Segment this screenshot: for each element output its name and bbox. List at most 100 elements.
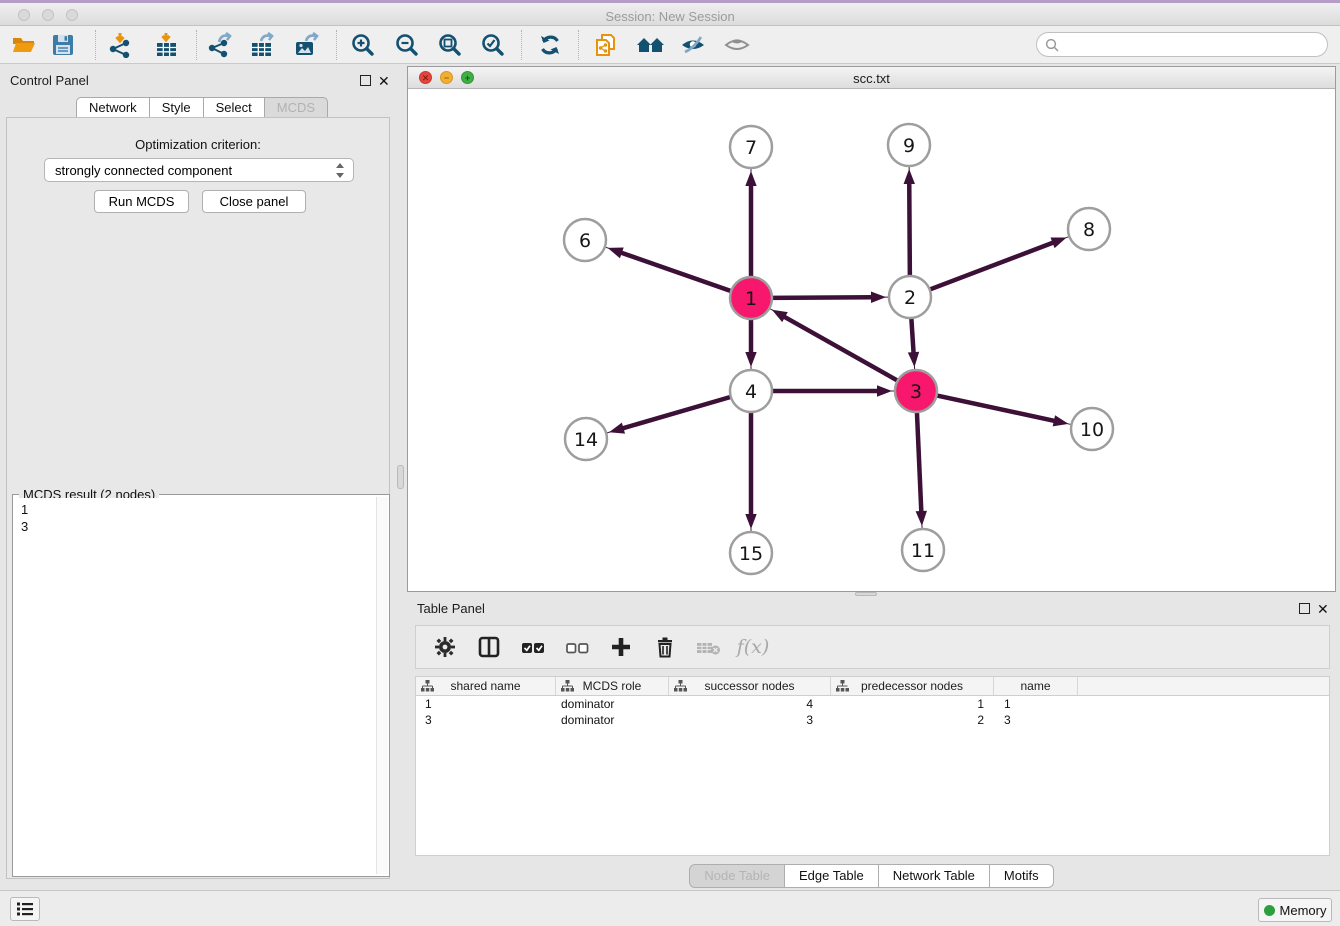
- export-network-icon[interactable]: [205, 31, 233, 59]
- graph-edge-1-6[interactable]: [605, 247, 731, 291]
- table-settings-gear-icon[interactable]: [430, 632, 460, 662]
- panel-divider-horizontal[interactable]: [855, 592, 877, 596]
- save-session-icon[interactable]: [49, 31, 77, 59]
- zoom-selected-icon[interactable]: [479, 31, 507, 59]
- zoom-fit-icon[interactable]: [436, 31, 464, 59]
- graph-node-4[interactable]: 4: [730, 370, 772, 412]
- column-type-icon: [421, 680, 434, 694]
- table-panel-header: Table Panel ✕: [407, 599, 1336, 619]
- graph-edge-2-8[interactable]: [930, 236, 1070, 289]
- window-title: Session: New Session: [0, 9, 1340, 24]
- svg-text:4: 4: [745, 381, 757, 403]
- graph-edge-1-4[interactable]: [745, 319, 756, 370]
- column-header-name[interactable]: name: [994, 677, 1078, 695]
- svg-text:3: 3: [910, 381, 922, 403]
- table-panel-close-button[interactable]: ✕: [1317, 604, 1329, 615]
- table-panel-float-button[interactable]: [1299, 603, 1310, 614]
- graph-edge-3-11[interactable]: [916, 412, 927, 529]
- table-row[interactable]: 3 dominator 3 2 3: [416, 712, 1329, 728]
- control-panel-tabs: Network Style Select MCDS: [76, 97, 328, 118]
- select-all-checkboxes-icon[interactable]: [518, 632, 548, 662]
- add-column-icon[interactable]: [606, 632, 636, 662]
- graph-node-9[interactable]: 9: [888, 124, 930, 166]
- svg-text:10: 10: [1080, 419, 1104, 441]
- tab-select[interactable]: Select: [204, 97, 265, 118]
- tab-edge-table[interactable]: Edge Table: [785, 864, 879, 888]
- graph-node-6[interactable]: 6: [564, 219, 606, 261]
- close-panel-button[interactable]: Close panel: [202, 190, 306, 213]
- search-input[interactable]: [1063, 37, 1327, 52]
- graph-node-3[interactable]: 3: [895, 370, 937, 412]
- import-network-icon[interactable]: [105, 31, 133, 59]
- graph-node-11[interactable]: 11: [902, 529, 944, 571]
- zoom-in-icon[interactable]: [349, 31, 377, 59]
- refresh-view-icon[interactable]: [536, 31, 564, 59]
- network-graph-canvas[interactable]: 7 9 6 8 1 2 4 3 14 10 15 11: [408, 89, 1335, 592]
- graph-node-14[interactable]: 14: [565, 418, 607, 460]
- deselect-checkboxes-icon[interactable]: [562, 632, 592, 662]
- graph-node-1[interactable]: 1: [730, 277, 772, 319]
- graph-edge-2-3[interactable]: [908, 318, 919, 370]
- home-layout-icon[interactable]: [636, 31, 664, 59]
- run-mcds-button[interactable]: Run MCDS: [94, 190, 189, 213]
- tab-network-table[interactable]: Network Table: [879, 864, 990, 888]
- import-table-icon[interactable]: [152, 31, 180, 59]
- column-type-icon: [561, 680, 574, 694]
- function-builder-icon[interactable]: f(x): [738, 632, 768, 662]
- graph-edge-4-3[interactable]: [772, 385, 895, 396]
- node-table-header: shared name MCDS role successor nodes pr…: [416, 677, 1329, 696]
- search-field[interactable]: [1036, 32, 1328, 57]
- tab-network[interactable]: Network: [76, 97, 150, 118]
- graph-node-2[interactable]: 2: [889, 276, 931, 318]
- network-view-window: ✕ − + scc.txt 7 9 6 8 1 2 4 3 14 10 15 11: [407, 66, 1336, 592]
- show-details-eye-icon[interactable]: [723, 31, 751, 59]
- tab-mcds[interactable]: MCDS: [265, 97, 328, 118]
- mcds-result-line: 1: [21, 501, 369, 518]
- graph-node-15[interactable]: 15: [730, 532, 772, 574]
- table-row[interactable]: 1 dominator 4 1 1: [416, 696, 1329, 712]
- split-columns-icon[interactable]: [474, 632, 504, 662]
- task-history-button[interactable]: [10, 897, 40, 921]
- svg-text:8: 8: [1083, 219, 1095, 241]
- graph-edge-1-2[interactable]: [772, 292, 889, 303]
- graph-edge-4-14[interactable]: [606, 397, 731, 434]
- graph-node-10[interactable]: 10: [1071, 408, 1113, 450]
- column-header-successor-nodes[interactable]: successor nodes: [669, 677, 831, 695]
- open-folder-icon[interactable]: [9, 31, 37, 59]
- mcds-result-list[interactable]: 1 3: [15, 498, 375, 874]
- control-panel-title: Control Panel: [10, 73, 89, 88]
- table-panel-tabs: Node Table Edge Table Network Table Moti…: [407, 864, 1336, 888]
- mcds-result-groupbox: MCDS result (2 nodes) 1 3: [12, 494, 390, 877]
- panel-divider-vertical[interactable]: [396, 64, 407, 890]
- graph-node-8[interactable]: 8: [1068, 208, 1110, 250]
- search-icon: [1045, 38, 1059, 52]
- select-stepper-icon: [335, 162, 345, 179]
- graph-edge-1-7[interactable]: [745, 168, 756, 277]
- export-image-icon[interactable]: [292, 31, 320, 59]
- export-table-icon[interactable]: [248, 31, 276, 59]
- clone-network-icon[interactable]: [592, 31, 620, 59]
- memory-status-dot: [1264, 905, 1275, 916]
- graph-edge-2-9[interactable]: [904, 166, 915, 276]
- control-panel-float-button[interactable]: [360, 75, 371, 86]
- mcds-result-scrollbar[interactable]: [376, 497, 388, 874]
- graph-edge-3-1[interactable]: [769, 308, 897, 380]
- network-view-titlebar: ✕ − + scc.txt: [408, 67, 1335, 89]
- window-titlebar: Session: New Session: [0, 0, 1340, 26]
- zoom-out-icon[interactable]: [393, 31, 421, 59]
- control-panel-close-button[interactable]: ✕: [378, 76, 390, 87]
- graph-node-7[interactable]: 7: [730, 126, 772, 168]
- column-header-predecessor-nodes[interactable]: predecessor nodes: [831, 677, 994, 695]
- graph-edge-4-15[interactable]: [745, 412, 756, 532]
- optimization-criterion-select[interactable]: strongly connected component: [44, 158, 354, 182]
- hide-details-eye-icon[interactable]: [679, 31, 707, 59]
- delete-table-icon[interactable]: [694, 632, 724, 662]
- tab-node-table[interactable]: Node Table: [689, 864, 785, 888]
- tab-style[interactable]: Style: [150, 97, 204, 118]
- memory-status-button[interactable]: Memory: [1258, 898, 1332, 922]
- graph-edge-3-10[interactable]: [937, 395, 1072, 426]
- column-header-shared-name[interactable]: shared name: [416, 677, 556, 695]
- column-header-mcds-role[interactable]: MCDS role: [556, 677, 669, 695]
- tab-motifs[interactable]: Motifs: [990, 864, 1054, 888]
- delete-column-trash-icon[interactable]: [650, 632, 680, 662]
